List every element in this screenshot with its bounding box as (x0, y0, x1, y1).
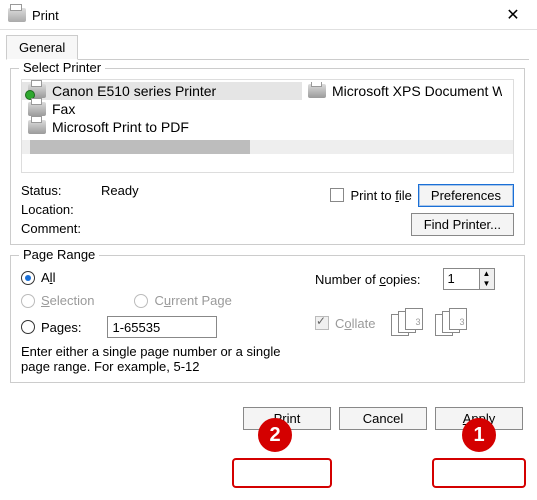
page-range-legend: Page Range (19, 247, 99, 262)
radio-pages[interactable] (21, 320, 35, 334)
collate-label: Collate (335, 316, 375, 331)
comment-label: Comment: (21, 221, 101, 236)
status-label: Status: (21, 183, 101, 198)
print-to-file-checkbox[interactable] (330, 188, 344, 202)
printer-app-icon (8, 8, 26, 22)
printer-item[interactable]: Fax (22, 100, 302, 118)
radio-all-row[interactable]: All (21, 270, 311, 285)
radio-all-label: All (41, 270, 55, 285)
copies-spinner[interactable]: 1 ▲ ▼ (443, 268, 495, 290)
radio-current-page (134, 294, 148, 308)
printer-icon (28, 120, 46, 134)
radio-selection (21, 294, 35, 308)
printer-name: Canon E510 series Printer (52, 83, 216, 99)
close-icon[interactable]: ✕ (497, 5, 529, 25)
highlight-apply-button (432, 458, 526, 488)
printer-item[interactable]: Canon E510 series Printer (22, 82, 302, 100)
titlebar: Print ✕ (0, 0, 537, 30)
copies-label: Number of copies: (315, 272, 421, 287)
printer-item[interactable]: Microsoft XPS Document W (302, 82, 502, 100)
printer-name: Microsoft Print to PDF (52, 119, 189, 135)
copies-down-icon[interactable]: ▼ (480, 279, 494, 289)
radio-selection-label: Selection (41, 293, 94, 308)
radio-all[interactable] (21, 271, 35, 285)
printer-item[interactable]: Microsoft Print to PDF (22, 118, 302, 136)
status-value: Ready (101, 183, 241, 198)
printer-list-hscrollbar[interactable] (22, 140, 513, 154)
collate-illustration: 123 123 (391, 308, 471, 338)
page-range-hint: Enter either a single page number or a s… (21, 344, 281, 374)
radio-pages-row[interactable]: Pages: (21, 316, 311, 338)
printer-icon (28, 84, 46, 98)
select-printer-legend: Select Printer (19, 60, 105, 75)
tab-general[interactable]: General (6, 35, 78, 60)
group-page-range: Page Range All Selection (10, 255, 525, 383)
window-title: Print (32, 8, 497, 23)
collate-checkbox (315, 316, 329, 330)
printer-name: Microsoft XPS Document W (332, 83, 502, 99)
preferences-button[interactable]: Preferences (418, 184, 514, 207)
location-label: Location: (21, 202, 101, 217)
printer-icon (28, 102, 46, 116)
copies-up-icon[interactable]: ▲ (480, 269, 494, 279)
tab-strip: General (6, 34, 529, 60)
callout-1: 1 (462, 418, 496, 452)
copies-value[interactable]: 1 (443, 268, 479, 290)
printer-list[interactable]: Canon E510 series Printer Fax Microsoft … (21, 79, 514, 173)
scrollbar-thumb[interactable] (30, 140, 250, 154)
group-select-printer: Select Printer Canon E510 series Printer… (10, 68, 525, 245)
radio-current-page-row: Current Page (134, 293, 231, 308)
printer-name: Fax (52, 101, 75, 117)
radio-selection-row: Selection (21, 293, 94, 308)
pages-input[interactable] (107, 316, 217, 338)
highlight-print-button (232, 458, 332, 488)
radio-pages-label: Pages: (41, 320, 81, 335)
radio-current-page-label: Current Page (154, 293, 231, 308)
printer-icon (308, 84, 326, 98)
find-printer-button[interactable]: Find Printer... (411, 213, 514, 236)
print-to-file-label: Print to file (350, 188, 411, 203)
callout-2: 2 (258, 418, 292, 452)
cancel-button[interactable]: Cancel (339, 407, 427, 430)
